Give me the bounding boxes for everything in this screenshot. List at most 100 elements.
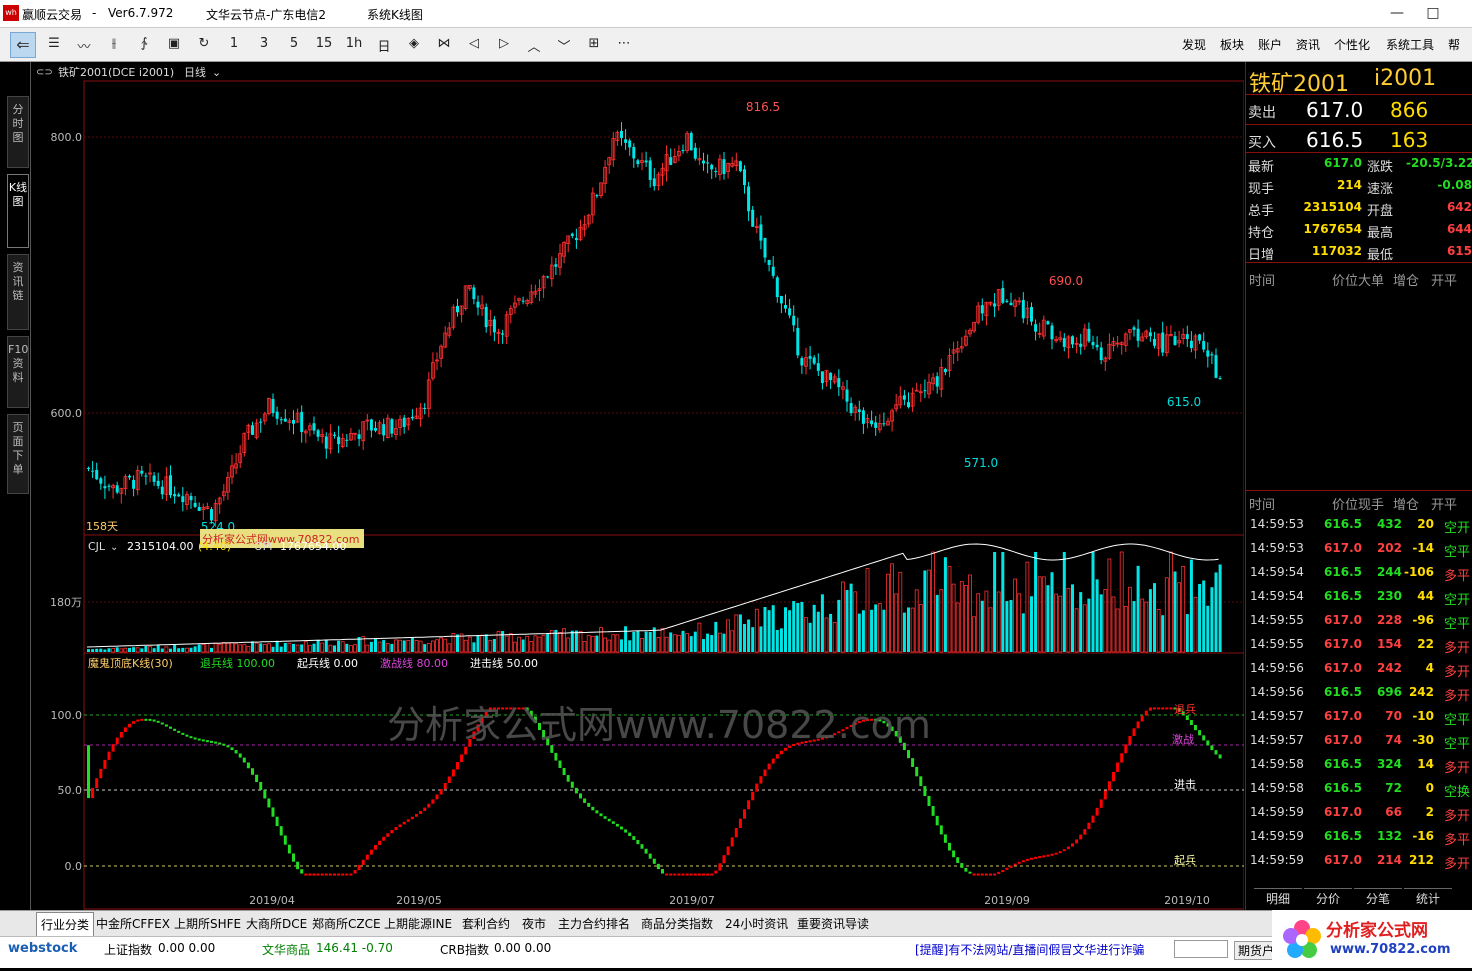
candle-body: [345, 439, 349, 441]
sidebar-tab-news[interactable]: 资讯链: [7, 254, 29, 330]
volume-bar: [664, 636, 669, 653]
quote-tab-1[interactable]: 分价: [1304, 888, 1352, 907]
back-arrow-icon[interactable]: ⇐: [10, 32, 36, 58]
tick-time: 14:59:59: [1250, 853, 1304, 867]
volume-bar: [140, 648, 144, 652]
candle-body: [115, 485, 119, 493]
market-tab-2[interactable]: 上期所SHFE: [174, 915, 241, 932]
volume-bar: [841, 581, 845, 653]
sidebar-tab-intraday[interactable]: 分时图: [7, 96, 29, 168]
menu-6[interactable]: 帮: [1448, 36, 1460, 53]
market-tab-3[interactable]: 大商所DCE: [246, 915, 307, 932]
tick-time: 14:59:57: [1250, 709, 1304, 723]
menu-1[interactable]: 板块: [1220, 36, 1244, 53]
layout-icon[interactable]: ⊞: [582, 36, 606, 51]
indicator-bar: [386, 833, 390, 837]
indicator-bar: [197, 738, 201, 741]
indicator-bar: [456, 762, 459, 770]
kline-icon[interactable]: ⫲: [102, 36, 126, 51]
market-tab-7[interactable]: 夜市: [522, 915, 546, 932]
market-tab-1[interactable]: 中金所CFFEX: [96, 915, 170, 932]
candle-body: [1132, 327, 1136, 330]
market-tab-11[interactable]: 重要资讯导读: [797, 915, 869, 932]
volume-bar: [390, 643, 394, 652]
indicator-bar: [374, 845, 377, 850]
refresh-icon[interactable]: ↻: [192, 36, 216, 51]
indicator-bar: [669, 873, 673, 876]
volume-bar: [1206, 605, 1210, 652]
list-icon[interactable]: ☰: [42, 36, 66, 51]
market-tab-5[interactable]: 上期能源INE: [384, 915, 452, 932]
volume-bar: [402, 640, 406, 652]
volume-bar: [652, 627, 656, 652]
market-tab-6[interactable]: 套利合约: [462, 915, 510, 932]
minimize-button[interactable]: —: [1378, 2, 1416, 24]
period-1[interactable]: 1: [222, 36, 246, 51]
menu-5[interactable]: 系统工具: [1386, 36, 1434, 53]
indicator-bar: [907, 750, 910, 759]
quote-tab-0[interactable]: 明细: [1254, 888, 1302, 907]
volume-bar: [902, 612, 906, 652]
down-icon[interactable]: ﹀: [552, 36, 576, 55]
market-tab-9[interactable]: 商品分类指数: [641, 915, 713, 932]
save-icon[interactable]: ▣: [162, 36, 186, 51]
tick-oi-change: 0: [1425, 781, 1434, 795]
indicator-bar: [915, 766, 919, 777]
volume-bar: [546, 633, 550, 652]
big-header-3: 增仓: [1393, 274, 1420, 289]
indicator-tick-50: 50.0: [58, 784, 83, 797]
volume-bar: [312, 643, 316, 652]
period-3[interactable]: 3: [252, 36, 276, 51]
sidebar-tab-f10[interactable]: F10资料: [7, 336, 29, 408]
volume-bar: [512, 641, 517, 653]
indicator-bar: [394, 827, 398, 831]
volume-bar: [484, 634, 488, 652]
volume-bar: [1153, 583, 1156, 652]
market-tab-10[interactable]: 24小时资讯: [725, 915, 788, 932]
menu-3[interactable]: 资讯: [1296, 36, 1320, 53]
menu-4[interactable]: 个性化: [1334, 36, 1370, 53]
volume-bar: [628, 640, 632, 652]
volume-bar: [541, 634, 546, 653]
formula-icon[interactable]: ∱: [132, 36, 156, 51]
quote-tab-2[interactable]: 分笔: [1354, 888, 1402, 907]
notice-link[interactable]: [提醒]有不法网站/直播间假冒文华进行诈骗: [915, 941, 1144, 958]
kline-chart[interactable]: ⊂⊃ 铁矿2001(DCE i2001) 日线 ⌄ 800.0 600.0 81…: [32, 62, 1245, 910]
quote-tab-3[interactable]: 统计: [1404, 888, 1452, 907]
volume-bar: [918, 604, 923, 653]
more-icon[interactable]: ⋯: [612, 36, 636, 51]
up-icon[interactable]: ︿: [522, 36, 546, 55]
indicator-bar: [144, 718, 148, 721]
menu-0[interactable]: 发现: [1182, 36, 1206, 53]
indicator-bar: [923, 786, 927, 797]
indicator-bar: [160, 722, 164, 725]
line-chart-icon[interactable]: 〰: [72, 36, 96, 55]
search-input[interactable]: [1174, 940, 1228, 958]
webstock-logo: webstock: [8, 941, 78, 956]
period-15[interactable]: 15: [312, 36, 336, 51]
volume-bar: [119, 648, 124, 653]
right-icon[interactable]: ▷: [492, 36, 516, 51]
period-1h[interactable]: 1h: [342, 36, 366, 51]
period-5[interactable]: 5: [282, 36, 306, 51]
volume-bar: [1021, 613, 1025, 652]
volume-bar: [128, 647, 131, 652]
sidebar-tab-kline[interactable]: K线图: [7, 174, 29, 248]
indicator-bar: [935, 815, 939, 826]
tick-time: 14:59:53: [1250, 517, 1304, 531]
indicator-bar: [726, 846, 730, 856]
indicator-bar: [1112, 771, 1115, 782]
maximize-button[interactable]: □: [1414, 2, 1452, 24]
market-tab-0[interactable]: 行业分类: [36, 912, 95, 937]
menu-2[interactable]: 账户: [1258, 36, 1282, 53]
volume-bar: [230, 642, 234, 653]
zoom-out-icon[interactable]: ⋈: [432, 36, 456, 51]
indicator-bar: [1021, 860, 1025, 863]
market-tab-4[interactable]: 郑商所CZCE: [312, 915, 381, 932]
volume-bar: [1156, 609, 1161, 653]
period-day[interactable]: 日: [372, 36, 396, 55]
left-icon[interactable]: ◁: [462, 36, 486, 51]
zoom-in-icon[interactable]: ◈: [402, 36, 426, 51]
sidebar-tab-order[interactable]: 页面下单: [7, 414, 29, 494]
market-tab-8[interactable]: 主力合约排名: [558, 915, 630, 932]
